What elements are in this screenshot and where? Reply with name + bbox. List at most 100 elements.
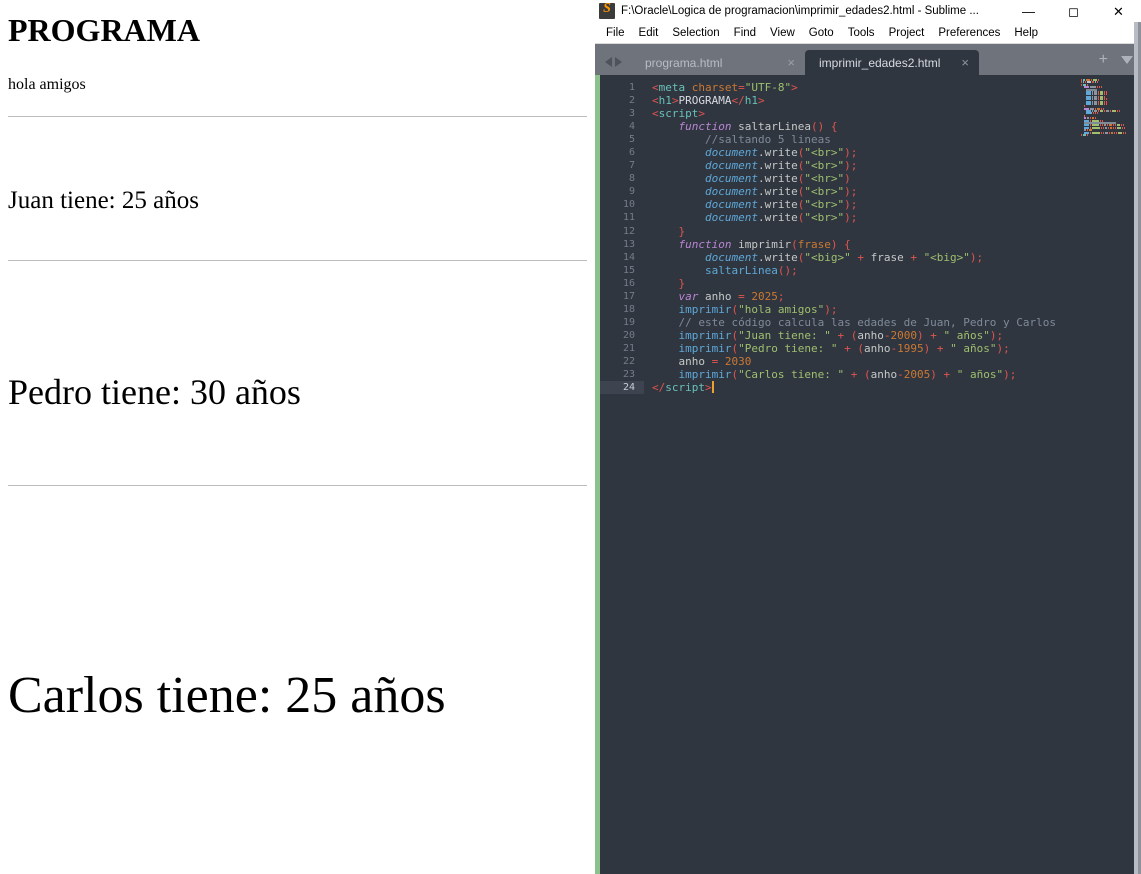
minimap-token: [1092, 81, 1094, 84]
code-token: 2030: [724, 354, 752, 368]
menu-item-selection[interactable]: Selection: [665, 25, 726, 41]
code-line[interactable]: //saltando 5 lineas: [644, 133, 1141, 146]
code-line[interactable]: function saltarLinea() {: [644, 120, 1141, 133]
minimap-token: [1112, 110, 1116, 113]
code-line[interactable]: document.write("<hr>"): [644, 172, 1141, 185]
menu-item-view[interactable]: View: [763, 25, 802, 41]
menu-item-find[interactable]: Find: [727, 25, 763, 41]
code-token: function: [678, 237, 732, 251]
code-line[interactable]: document.write("<br>");: [644, 211, 1141, 224]
window-right-edge: [1134, 22, 1141, 874]
tab-close-icon[interactable]: ×: [787, 56, 795, 69]
output-line-hola: hola amigos: [8, 76, 86, 94]
menu-item-edit[interactable]: Edit: [632, 25, 666, 41]
line-number: 10: [622, 199, 635, 211]
code-token: write: [764, 185, 798, 199]
code-token: ): [844, 211, 851, 225]
code-line[interactable]: document.write("<big>" + frase + "<big>"…: [644, 251, 1141, 264]
menu-item-help[interactable]: Help: [1007, 25, 1045, 41]
minimap-token: [1081, 133, 1083, 136]
code-line[interactable]: imprimir("Pedro tiene: " + (anho-1995) +…: [644, 342, 1141, 355]
code-token: ;: [1003, 341, 1010, 355]
code-token: saltarLinea: [738, 120, 811, 134]
code-line[interactable]: function imprimir(frase) {: [644, 238, 1141, 251]
menu-item-project[interactable]: Project: [882, 25, 932, 41]
line-number: 6: [628, 147, 635, 159]
code-line[interactable]: saltarLinea();: [644, 264, 1141, 277]
code-editor[interactable]: <meta charset="UTF-8"> <h1>PROGRAMA</h1> <…: [644, 75, 1141, 874]
code-line[interactable]: anho = 2030: [644, 355, 1141, 368]
code-token: <: [652, 81, 659, 94]
menu-item-preferences[interactable]: Preferences: [931, 25, 1007, 41]
code-line[interactable]: imprimir("Carlos tiene: " + (anho-2005) …: [644, 368, 1141, 381]
minimap-token: [1108, 131, 1110, 134]
tab-close-icon[interactable]: ×: [961, 56, 969, 69]
code-line[interactable]: }: [644, 277, 1141, 290]
code-line[interactable]: document.write("<br>");: [644, 198, 1141, 211]
tab-next-arrow-icon[interactable]: [615, 57, 622, 67]
code-line[interactable]: <meta charset="UTF-8">: [644, 81, 1141, 94]
code-token: meta: [658, 81, 686, 94]
minimap-token: [1118, 110, 1120, 113]
code-token: write: [764, 211, 798, 225]
code-token: function: [678, 120, 732, 134]
output-line-juan: Juan tiene: 25 años: [8, 187, 199, 215]
code-token: .: [757, 250, 765, 264]
minimap-token: [1122, 131, 1124, 134]
code-token: =: [738, 289, 745, 303]
code-token: " años": [956, 368, 1004, 382]
menu-item-file[interactable]: File: [599, 25, 632, 41]
tab-label: imprimir_edades2.html: [819, 55, 941, 70]
minimize-button[interactable]: —: [1006, 0, 1051, 22]
code-line[interactable]: var anho = 2025;: [644, 290, 1141, 303]
code-line[interactable]: <h1>PROGRAMA</h1>: [644, 94, 1141, 107]
minimap-token: [1110, 131, 1113, 134]
menu-item-goto[interactable]: Goto: [802, 25, 841, 41]
line-number: 14: [622, 251, 635, 263]
code-token: +: [930, 328, 937, 342]
code-line[interactable]: // este código calcula las edades de Jua…: [644, 316, 1141, 329]
code-token: PROGRAMA: [678, 94, 732, 108]
code-minimap[interactable]: [1081, 79, 1133, 137]
code-token: write: [764, 172, 798, 186]
code-token: "<big>": [804, 250, 851, 264]
code-token: <: [652, 94, 659, 108]
sublime-logo-icon: [599, 1, 615, 19]
minimap-token: [1099, 102, 1103, 105]
new-tab-icon[interactable]: +: [1099, 52, 1108, 68]
code-line[interactable]: <script>: [644, 107, 1141, 120]
menu-item-tools[interactable]: Tools: [841, 25, 882, 41]
tab-imprimir-edades2-html[interactable]: imprimir_edades2.html ×: [805, 50, 979, 75]
sublime-text-window: F:\Oracle\Logica de programacion\imprimi…: [595, 0, 1141, 874]
code-line[interactable]: document.write("<br>");: [644, 185, 1141, 198]
code-line[interactable]: document.write("<br>");: [644, 146, 1141, 159]
code-token: // este código calcula las edades de Jua…: [678, 315, 1057, 329]
maximize-button[interactable]: ◻: [1051, 0, 1096, 22]
code-token: "UTF-8": [744, 81, 792, 94]
code-line[interactable]: </script>: [644, 381, 1141, 394]
tab-programa-html[interactable]: programa.html ×: [631, 50, 805, 75]
chevron-down-icon[interactable]: [1121, 56, 1133, 64]
code-line[interactable]: document.write("<br>");: [644, 159, 1141, 172]
code-line[interactable]: imprimir("hola amigos");: [644, 303, 1141, 316]
code-line[interactable]: imprimir("Juan tiene: " + (anho-2000) + …: [644, 329, 1141, 342]
minimap-token: [1106, 110, 1110, 113]
code-token: >: [671, 94, 679, 108]
code-token: ;: [777, 289, 785, 303]
line-number: 11: [622, 212, 635, 224]
code-token: " años": [950, 341, 997, 355]
minimap-token: [1102, 126, 1104, 129]
tab-prev-arrow-icon[interactable]: [605, 57, 612, 67]
close-button[interactable]: ✕: [1096, 0, 1141, 22]
code-token: >: [705, 381, 712, 395]
code-token: anho: [870, 368, 898, 382]
code-token: +: [844, 341, 851, 355]
code-token: document: [704, 185, 758, 199]
code-line[interactable]: }: [644, 225, 1141, 238]
